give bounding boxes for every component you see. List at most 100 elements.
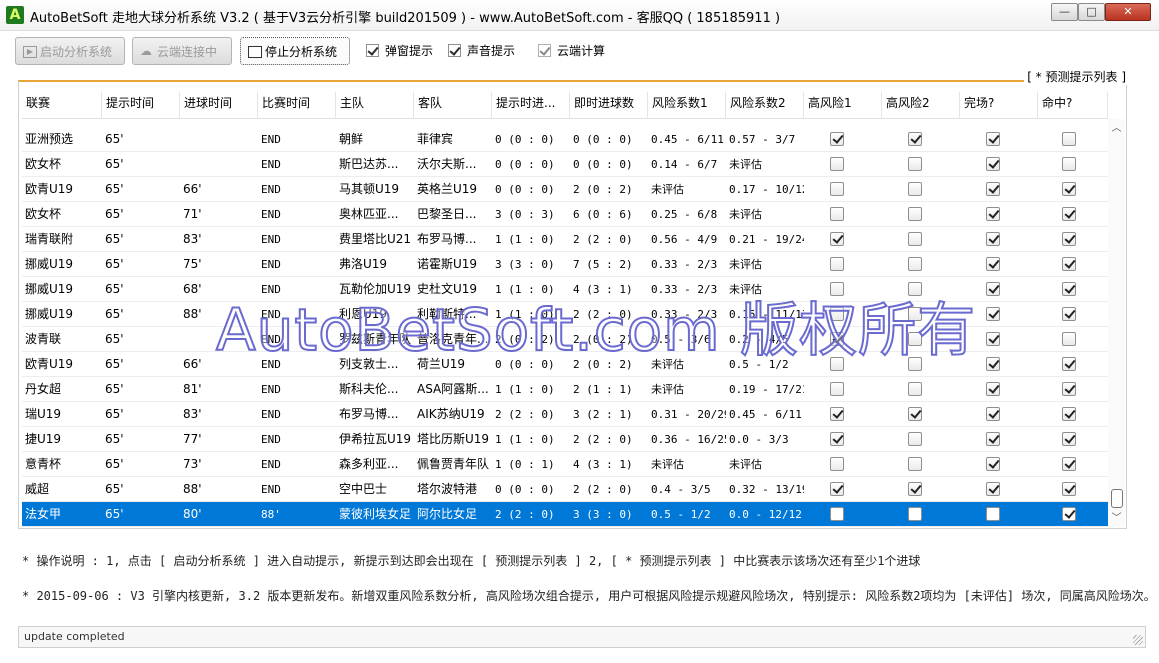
- table-row[interactable]: 欧女杯 65' END 斯巴达苏... 沃尔夫斯... 0 (0 : 0) 0 (0 : 0…: [22, 152, 1108, 177]
- checkbox-hr2[interactable]: [908, 482, 922, 496]
- col-away[interactable]: 客队: [414, 92, 492, 118]
- checkbox-done[interactable]: [986, 307, 1000, 321]
- checkbox-done[interactable]: [986, 507, 1000, 521]
- col-match-time[interactable]: 比赛时间: [258, 92, 336, 118]
- checkbox-hr2[interactable]: [908, 382, 922, 396]
- checkbox-hit[interactable]: [1062, 157, 1076, 171]
- checkbox-hr2[interactable]: [908, 457, 922, 471]
- table-row[interactable]: 挪威U19 65' 75' END 弗洛U19 诺霍斯U19 3 (3 : 0) 7 (5 :…: [22, 252, 1108, 277]
- popup-alert-checkbox[interactable]: 弹窗提示: [366, 42, 433, 60]
- checkbox-done[interactable]: [986, 282, 1000, 296]
- col-tip-score[interactable]: 提示时进...: [492, 92, 570, 118]
- checkbox-hr2[interactable]: [908, 207, 922, 221]
- checkbox-hr2[interactable]: [908, 232, 922, 246]
- checkbox-hit[interactable]: [1062, 457, 1076, 471]
- table-row[interactable]: 瑞U19 65' 83' END 布罗马博... AIK苏纳U19 2 (2 : 0) 3 (…: [22, 402, 1108, 427]
- col-high-risk1[interactable]: 高风险1: [804, 92, 882, 118]
- checkbox-done[interactable]: [986, 157, 1000, 171]
- checkbox-hr1[interactable]: [830, 282, 844, 296]
- checkbox-done[interactable]: [986, 257, 1000, 271]
- checkbox-hr1[interactable]: [830, 332, 844, 346]
- checkbox-hr1[interactable]: [830, 457, 844, 471]
- col-tip-time[interactable]: 提示时间: [102, 92, 180, 118]
- maximize-button[interactable]: □: [1078, 3, 1105, 21]
- col-risk2[interactable]: 风险系数2: [726, 92, 804, 118]
- checkbox-hr1[interactable]: [830, 132, 844, 146]
- checkbox-done[interactable]: [986, 207, 1000, 221]
- checkbox-hr2[interactable]: [908, 257, 922, 271]
- col-high-risk2[interactable]: 高风险2: [882, 92, 960, 118]
- checkbox-hit[interactable]: [1062, 232, 1076, 246]
- checkbox-hit[interactable]: [1062, 307, 1076, 321]
- checkbox-hr2[interactable]: [908, 282, 922, 296]
- checkbox-hr1[interactable]: [830, 507, 844, 521]
- table-row[interactable]: 意青杯 65' 73' END 森多利亚... 佩鲁贾青年队 1 (0 : 1) 4 (3 :…: [22, 452, 1108, 477]
- table-row[interactable]: 挪威U19 65' 88' END 利恩U19 利勒斯特... 1 (1 : 0) 2 (2 …: [22, 302, 1108, 327]
- table-row[interactable]: 捷U19 65' 77' END 伊希拉瓦U19 塔比历斯U19 1 (1 : 0) 2 (2…: [22, 427, 1108, 452]
- checkbox-hit[interactable]: [1062, 257, 1076, 271]
- checkbox-hr2[interactable]: [908, 432, 922, 446]
- table-row[interactable]: 波青联 65' END 罗兹斯青年队 普洛克青年... 2 (0 : 2) 2 (0 : 2…: [22, 327, 1108, 352]
- col-live-score[interactable]: 即时进球数: [570, 92, 648, 118]
- checkbox-done[interactable]: [986, 182, 1000, 196]
- cloud-calc-checkbox[interactable]: 云端计算: [538, 42, 605, 60]
- col-hit[interactable]: 命中?: [1038, 92, 1108, 118]
- checkbox-hit[interactable]: [1062, 182, 1076, 196]
- checkbox-done[interactable]: [986, 332, 1000, 346]
- scroll-thumb[interactable]: [1111, 489, 1123, 508]
- start-analysis-button[interactable]: ▶ 启动分析系统: [15, 37, 125, 65]
- checkbox-hr2[interactable]: [908, 332, 922, 346]
- checkbox-done[interactable]: [986, 232, 1000, 246]
- cloud-connect-button[interactable]: ☁ 云端连接中: [132, 37, 232, 65]
- table-row[interactable]: 欧青U19 65' 66' END 列支敦士... 荷兰U19 0 (0 : 0) 2 (0 …: [22, 352, 1108, 377]
- checkbox-hr1[interactable]: [830, 307, 844, 321]
- checkbox-hr1[interactable]: [830, 157, 844, 171]
- checkbox-hit[interactable]: [1062, 482, 1076, 496]
- sound-alert-check-icon[interactable]: [448, 44, 461, 57]
- col-risk1[interactable]: 风险系数1: [648, 92, 726, 118]
- checkbox-done[interactable]: [986, 407, 1000, 421]
- table-row[interactable]: 亚洲预选 65' END 朝鲜 菲律宾 0 (0 : 0) 0 (0 : 0) 0.45 - …: [22, 127, 1108, 152]
- checkbox-done[interactable]: [986, 132, 1000, 146]
- table-row[interactable]: 法女甲 65' 80' 88' 蒙彼利埃女足 阿尔比女足 2 (2 : 0) 3 (3 : 0…: [22, 502, 1108, 527]
- table-row[interactable]: 欧青U19 65' 66' END 马其顿U19 英格兰U19 0 (0 : 0) 2 (0 …: [22, 177, 1108, 202]
- checkbox-hr1[interactable]: [830, 407, 844, 421]
- checkbox-done[interactable]: [986, 457, 1000, 471]
- table-scrollbar[interactable]: ︿ ﹀: [1108, 119, 1125, 527]
- table-row[interactable]: 挪威U19 65' 68' END 瓦勒伦加U19 史杜文U19 1 (1 : 0) 4 (3…: [22, 277, 1108, 302]
- popup-alert-check-icon[interactable]: [366, 44, 379, 57]
- checkbox-done[interactable]: [986, 482, 1000, 496]
- cloud-calc-check-icon[interactable]: [538, 44, 551, 57]
- checkbox-done[interactable]: [986, 357, 1000, 371]
- checkbox-hr2[interactable]: [908, 407, 922, 421]
- checkbox-hit[interactable]: [1062, 332, 1076, 346]
- checkbox-hr2[interactable]: [908, 307, 922, 321]
- checkbox-hr2[interactable]: [908, 132, 922, 146]
- checkbox-hr1[interactable]: [830, 482, 844, 496]
- col-home[interactable]: 主队: [336, 92, 414, 118]
- stop-analysis-button[interactable]: 停止分析系统: [240, 37, 350, 65]
- resize-grip-icon[interactable]: [1133, 635, 1143, 645]
- checkbox-hit[interactable]: [1062, 382, 1076, 396]
- col-league[interactable]: 联赛: [22, 92, 102, 118]
- checkbox-hit[interactable]: [1062, 432, 1076, 446]
- checkbox-hr2[interactable]: [908, 357, 922, 371]
- minimize-button[interactable]: —: [1051, 3, 1078, 21]
- checkbox-hr1[interactable]: [830, 432, 844, 446]
- close-button[interactable]: ✕: [1105, 3, 1151, 21]
- checkbox-done[interactable]: [986, 432, 1000, 446]
- scroll-up-icon[interactable]: ︿: [1111, 123, 1122, 134]
- checkbox-hr1[interactable]: [830, 207, 844, 221]
- checkbox-hit[interactable]: [1062, 357, 1076, 371]
- checkbox-hit[interactable]: [1062, 132, 1076, 146]
- checkbox-hit[interactable]: [1062, 407, 1076, 421]
- checkbox-hr1[interactable]: [830, 257, 844, 271]
- table-row[interactable]: 瑞青联附 65' 83' END 费里塔比U21 布罗马博... 1 (1 : 0) 2 (2…: [22, 227, 1108, 252]
- table-row[interactable]: 丹女超 65' 81' END 斯科夫伦... ASA阿露斯... 1 (1 : 0) 2 (…: [22, 377, 1108, 402]
- col-finished[interactable]: 完场?: [960, 92, 1038, 118]
- checkbox-hr2[interactable]: [908, 182, 922, 196]
- sound-alert-checkbox[interactable]: 声音提示: [448, 42, 515, 60]
- col-goal-time[interactable]: 进球时间: [180, 92, 258, 118]
- checkbox-hr1[interactable]: [830, 182, 844, 196]
- checkbox-hr1[interactable]: [830, 382, 844, 396]
